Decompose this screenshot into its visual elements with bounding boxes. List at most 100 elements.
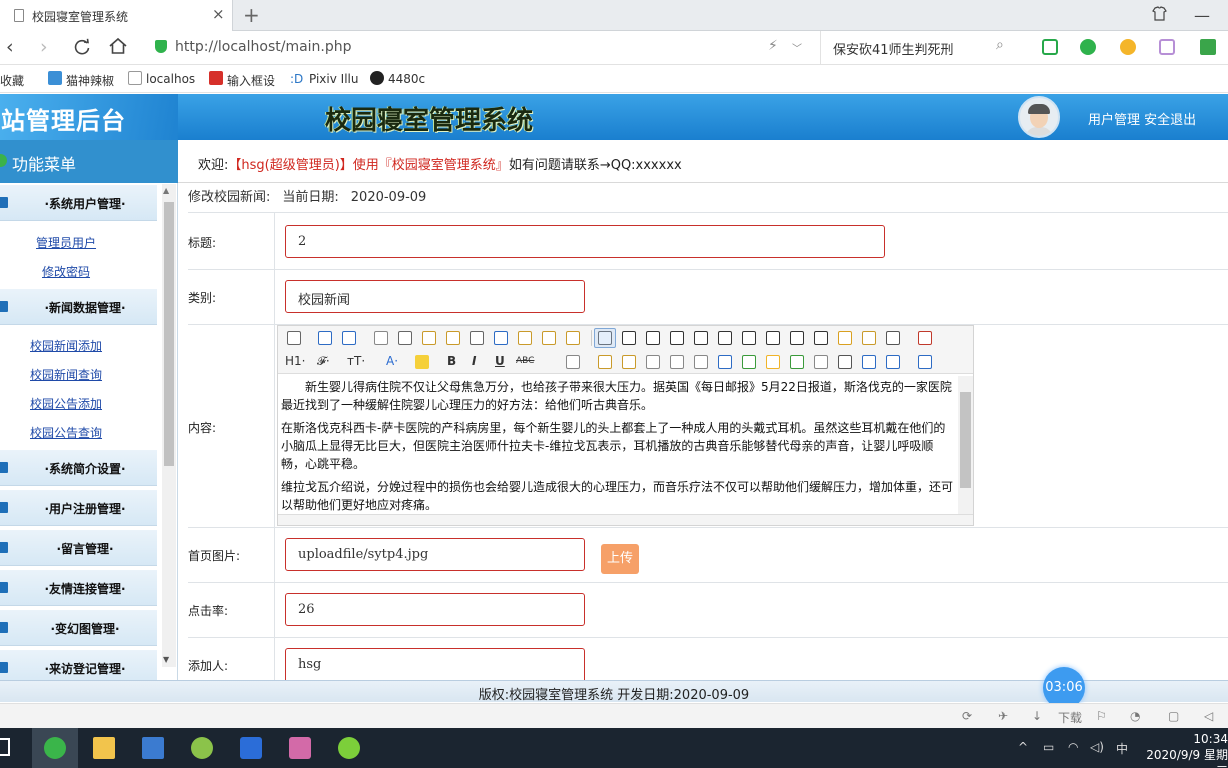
category-input[interactable]: 校园新闻 (285, 280, 585, 313)
bookmark-item[interactable]: 猫神辣椒 (66, 72, 114, 89)
multi-image-icon[interactable] (622, 355, 636, 369)
person-taskbar-icon[interactable] (289, 737, 311, 759)
sidebar-category-system-users[interactable]: ·系统用户管理· (0, 185, 157, 221)
font-size-dropdown[interactable]: тT· (347, 354, 365, 368)
fullscreen-icon[interactable] (918, 331, 932, 345)
image-path-input[interactable]: uploadfile/sytp4.jpg (285, 538, 585, 571)
browser-taskbar-icon[interactable] (44, 737, 66, 759)
select-all-icon[interactable] (862, 331, 876, 345)
pagebreak-icon[interactable] (814, 355, 828, 369)
apps-grid-icon[interactable] (1200, 39, 1216, 55)
flag-icon[interactable]: ⚐ (1096, 709, 1107, 723)
shirt-icon[interactable] (1152, 6, 1167, 21)
author-input[interactable]: hsg (285, 648, 585, 680)
bold-button[interactable]: B (447, 354, 456, 368)
speaker-icon[interactable]: ◁) (1090, 740, 1104, 754)
task-view-icon[interactable] (0, 738, 10, 756)
back-icon[interactable]: ‹ (6, 36, 14, 58)
ordered-list-icon[interactable] (694, 331, 708, 345)
battery-icon[interactable]: ▭ (1043, 740, 1054, 754)
minimize-icon[interactable]: — (1194, 6, 1210, 25)
cursor-icon[interactable] (886, 331, 900, 345)
unordered-list-icon[interactable] (718, 331, 732, 345)
superscript-icon[interactable] (814, 331, 828, 345)
upload-button[interactable]: 上传 (601, 544, 639, 574)
reload-icon[interactable] (73, 38, 91, 56)
underline-button[interactable]: U (495, 354, 505, 368)
subscript-icon[interactable] (790, 331, 804, 345)
sidebar-item-news-query[interactable]: 校园新闻查询 (30, 366, 102, 383)
sidebar-category-messages[interactable]: ·留言管理· (0, 530, 157, 566)
coupon-icon[interactable] (1120, 39, 1136, 55)
hr-icon[interactable] (742, 355, 756, 369)
sidebar-item-change-password[interactable]: 修改密码 (42, 263, 90, 280)
scroll-up-icon[interactable]: ▲ (163, 186, 169, 195)
help-icon[interactable] (918, 355, 932, 369)
scissors-icon[interactable] (1042, 39, 1058, 55)
redo-icon[interactable] (342, 331, 356, 345)
strikethrough-button[interactable]: ABC (516, 356, 534, 366)
bookmark-item[interactable]: 输入框设 (227, 72, 275, 89)
italic-button[interactable]: I (472, 354, 476, 368)
sidebar-item-notice-add[interactable]: 校园公告添加 (30, 395, 102, 412)
emoticon-icon[interactable] (766, 355, 780, 369)
paste-icon[interactable] (518, 331, 532, 345)
indent-icon[interactable] (742, 331, 756, 345)
map-icon[interactable] (790, 355, 804, 369)
tray-expand-icon[interactable]: ^ (1018, 740, 1028, 754)
heading-dropdown[interactable]: H1· (285, 354, 305, 368)
user-links[interactable]: 用户管理 安全退出 (1088, 109, 1196, 128)
translate-icon[interactable] (1080, 39, 1096, 55)
copy-icon[interactable] (494, 331, 508, 345)
link-icon[interactable] (862, 355, 876, 369)
sidebar-scroll-thumb[interactable] (164, 202, 174, 466)
refresh-status-icon[interactable]: ⟳ (962, 709, 972, 723)
attach-icon[interactable] (694, 355, 708, 369)
bookmark-item[interactable]: localhos (146, 72, 195, 86)
cut-icon[interactable] (470, 331, 484, 345)
paste-word-icon[interactable] (566, 331, 580, 345)
media-icon[interactable] (670, 355, 684, 369)
volume-icon[interactable]: ◁ (1204, 709, 1213, 723)
font-family-dropdown[interactable]: 𝓕· (317, 354, 330, 369)
sidebar-category-visitors[interactable]: ·来访登记管理· (0, 650, 157, 680)
speed-icon[interactable]: ◔ (1130, 709, 1140, 723)
scroll-down-icon[interactable]: ▼ (163, 655, 169, 664)
pin-icon[interactable]: ✈ (998, 709, 1008, 723)
clicks-input[interactable]: 26 (285, 593, 585, 626)
flash-icon[interactable] (646, 355, 660, 369)
editor-content[interactable]: 新生婴儿得病住院不仅让父母焦急万分，也给孩子带来很大压力。据英国《每日邮报》5月… (281, 378, 955, 514)
eraser-icon[interactable] (566, 355, 580, 369)
align-center-icon[interactable] (622, 331, 636, 345)
align-justify-icon[interactable] (670, 331, 684, 345)
system-clock[interactable]: 10:34 2020/9/9 星期三 (1145, 731, 1228, 768)
editor-scroll-thumb[interactable] (960, 392, 971, 488)
download-arrow-icon[interactable]: ↓ (1032, 709, 1042, 723)
ime-indicator[interactable]: 中 (1116, 740, 1128, 757)
ie-taskbar-icon[interactable] (191, 737, 213, 759)
bookmarks-menu[interactable]: 收藏 (0, 72, 24, 89)
leaf-taskbar-icon[interactable] (338, 737, 360, 759)
home-icon[interactable] (108, 37, 128, 55)
sidebar-item-admin-users[interactable]: 管理员用户 (36, 234, 96, 251)
chevron-down-icon[interactable]: ﹀ (792, 40, 802, 55)
wifi-icon[interactable]: ◠ (1068, 740, 1078, 754)
app-taskbar-icon[interactable] (142, 737, 164, 759)
unlink-icon[interactable] (886, 355, 900, 369)
image-ext-icon[interactable] (1159, 39, 1175, 55)
url-field[interactable]: http://localhost/main.php (175, 39, 352, 55)
bookmark-item[interactable]: Pixiv Illu (309, 72, 358, 86)
search-icon[interactable]: ⌕ (996, 37, 1004, 53)
file-explorer-icon[interactable] (93, 737, 115, 759)
outdent-icon[interactable] (766, 331, 780, 345)
new-tab-button[interactable]: + (243, 3, 260, 27)
anchor-icon[interactable] (838, 355, 852, 369)
source-icon[interactable] (287, 331, 301, 345)
browser-tab[interactable]: 校园寝室管理系统 × (0, 0, 233, 31)
sidebar-category-intro[interactable]: ·系统简介设置· (0, 450, 157, 486)
font-color-dropdown[interactable]: A· (386, 354, 398, 368)
lightning-icon[interactable]: ⚡ (768, 38, 778, 54)
window-icon[interactable]: ▢ (1168, 709, 1179, 723)
sidebar-item-news-add[interactable]: 校园新闻添加 (30, 337, 102, 354)
template-icon[interactable] (422, 331, 436, 345)
